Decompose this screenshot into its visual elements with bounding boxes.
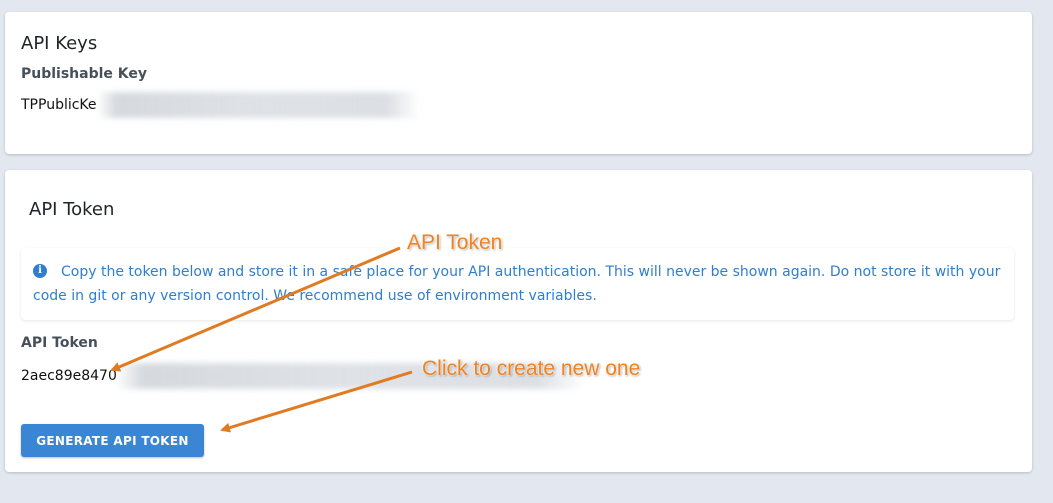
button-callout-text: Click to create new one [422,357,641,380]
api-keys-title: API Keys [21,33,98,54]
api-token-value[interactable]: 2aec89e8470 [21,368,117,384]
api-keys-card: API Keys Publishable Key TPPublicKe [5,12,1032,154]
api-token-title: API Token [29,199,115,220]
info-alert-text: Copy the token below and store it in a s… [33,264,1001,304]
token-callout-text: API Token [407,231,503,254]
api-token-card: API Token i Copy the token below and sto… [5,170,1032,472]
info-alert: i Copy the token below and store it in a… [21,248,1014,320]
generate-api-token-button[interactable]: GENERATE API TOKEN [21,424,204,457]
redacted-key-blur [97,92,419,118]
api-token-label: API Token [21,335,98,351]
publishable-key-label: Publishable Key [21,66,148,82]
publishable-key-value[interactable]: TPPublicKe [21,97,97,113]
